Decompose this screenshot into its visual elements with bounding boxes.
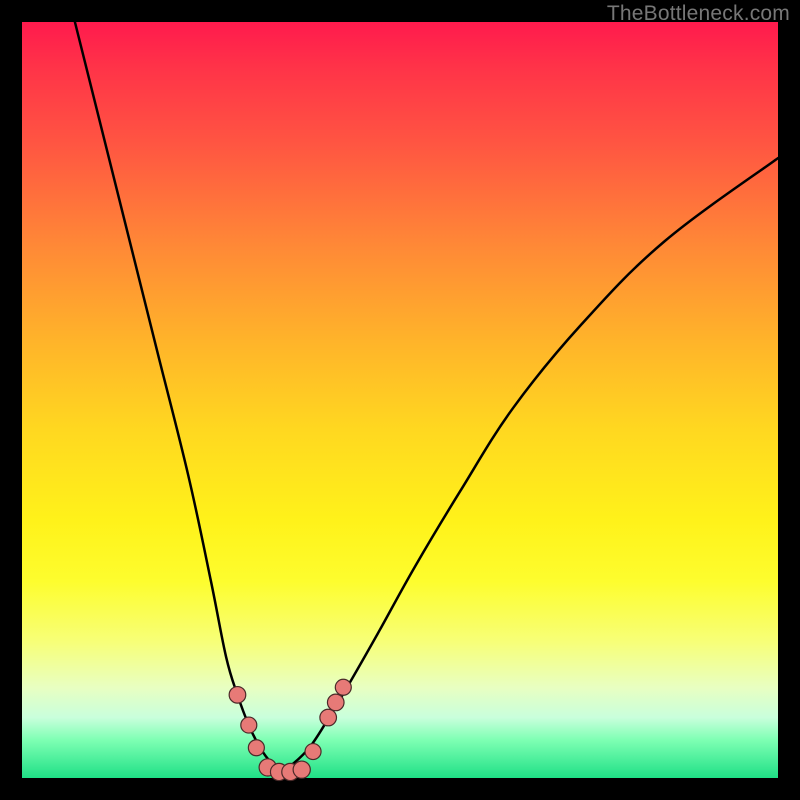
data-marker (335, 679, 351, 695)
data-marker (293, 761, 310, 778)
plot-frame (22, 22, 778, 778)
marker-group (229, 679, 351, 780)
curve-left-branch (75, 22, 283, 770)
data-marker (241, 717, 257, 733)
data-marker (248, 740, 264, 756)
watermark-text: TheBottleneck.com (607, 2, 790, 26)
data-marker (327, 694, 344, 711)
data-marker (229, 687, 246, 704)
data-marker (305, 744, 321, 760)
curve-layer (22, 22, 778, 778)
curve-right-branch (283, 158, 778, 770)
data-marker (320, 709, 337, 726)
